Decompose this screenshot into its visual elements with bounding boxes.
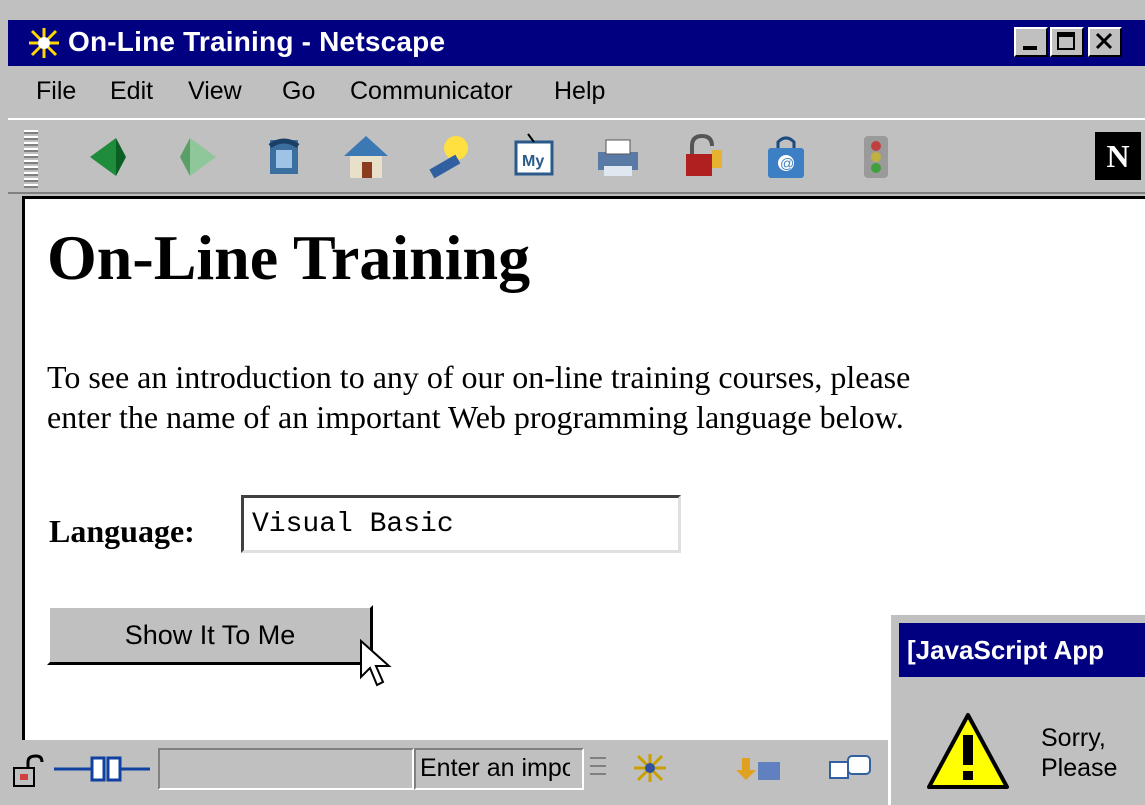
mail-component-icon[interactable]: [736, 752, 782, 784]
netscape-logo[interactable]: N: [1095, 132, 1141, 180]
progress-cell: [158, 748, 414, 790]
menu-go[interactable]: Go: [282, 77, 315, 106]
status-text: Enter an impor: [420, 754, 570, 782]
menu-help[interactable]: Help: [554, 77, 605, 106]
javascript-alert-dialog[interactable]: [JavaScript App Sorry, Please: [888, 612, 1145, 805]
alert-title[interactable]: [JavaScript App: [899, 623, 1145, 677]
intro-line-1: To see an introduction to any of our on-…: [47, 359, 911, 395]
page-title: On-Line Training: [47, 222, 531, 293]
minimize-button[interactable]: [1014, 27, 1048, 57]
intro-text: To see an introduction to any of our on-…: [47, 357, 1107, 437]
intro-line-2: enter the name of an important Web progr…: [47, 399, 904, 435]
my-netscape-icon[interactable]: My: [508, 132, 560, 182]
alert-message-line-1: Sorry,: [1041, 724, 1106, 752]
language-label: Language:: [49, 513, 195, 549]
svg-text:@: @: [780, 155, 794, 171]
shop-icon[interactable]: @: [760, 132, 812, 182]
alert-message: Sorry, Please: [1041, 723, 1117, 783]
discussion-component-icon[interactable]: [828, 754, 874, 784]
maximize-button[interactable]: [1050, 27, 1084, 57]
navigator-component-icon[interactable]: [630, 752, 680, 784]
menu-view[interactable]: View: [188, 77, 242, 106]
language-input[interactable]: [241, 495, 681, 553]
reload-icon[interactable]: [258, 132, 310, 182]
menu-communicator[interactable]: Communicator: [350, 77, 513, 106]
title-bar[interactable]: On-Line Training - Netscape: [8, 20, 1145, 66]
close-icon: [1095, 32, 1113, 50]
status-divider-icon: [590, 757, 606, 775]
stop-icon[interactable]: [850, 132, 902, 182]
mouse-cursor-icon: [360, 639, 392, 687]
home-icon[interactable]: [340, 132, 392, 182]
warning-icon: [927, 713, 1009, 789]
toolbar-grip[interactable]: [24, 128, 38, 188]
window-title: On-Line Training - Netscape: [68, 26, 446, 57]
back-icon[interactable]: [82, 132, 134, 182]
maximize-icon: [1057, 32, 1075, 50]
connection-status-icon: [54, 756, 150, 782]
print-icon[interactable]: [592, 132, 644, 182]
netscape-window: On-Line Training - Netscape File Edit Vi…: [0, 0, 1145, 805]
menu-edit[interactable]: Edit: [110, 77, 153, 106]
svg-text:My: My: [522, 153, 544, 170]
alert-message-line-2: Please: [1041, 754, 1118, 782]
security-lock-icon[interactable]: [10, 754, 46, 788]
security-icon[interactable]: [676, 132, 728, 182]
menu-file[interactable]: File: [36, 77, 76, 106]
close-button[interactable]: [1088, 27, 1122, 57]
netscape-app-icon: [26, 26, 62, 60]
navigation-toolbar: My @ N: [8, 118, 1145, 194]
forward-icon[interactable]: [172, 132, 224, 182]
show-it-to-me-button[interactable]: Show It To Me: [47, 605, 373, 665]
minimize-icon: [1023, 46, 1037, 50]
menu-bar: File Edit View Go Communicator Help: [8, 68, 1145, 118]
search-icon[interactable]: [424, 132, 476, 182]
